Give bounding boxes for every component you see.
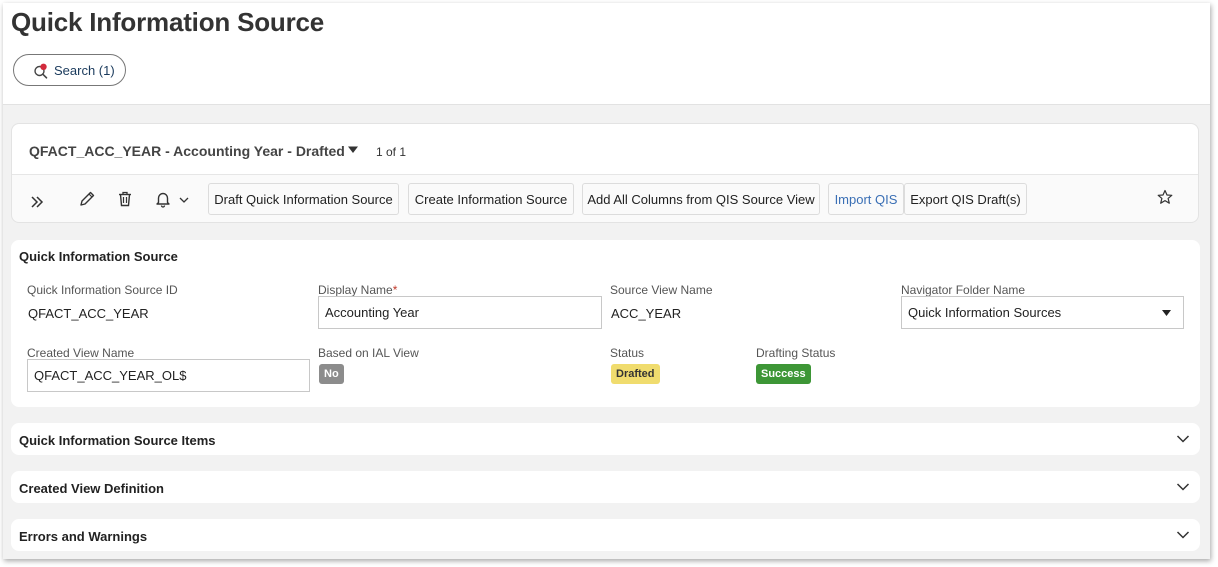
source-view-label: Source View Name (610, 283, 713, 297)
qis-details-section: Quick Information Source Quick Informati… (11, 240, 1200, 407)
status-badge: Drafted (611, 364, 660, 384)
created-view-label: Created View Name (27, 346, 135, 360)
add-all-columns-button[interactable]: Add All Columns from QIS Source View (582, 183, 820, 215)
qis-id-label: Quick Information Source ID (27, 283, 178, 297)
expand-icon[interactable] (29, 194, 45, 210)
navigator-folder-select[interactable]: Quick Information Sources (901, 296, 1184, 329)
import-qis-button[interactable]: Import QIS (828, 183, 904, 215)
record-count: 1 of 1 (376, 145, 407, 159)
record-header: QFACT_ACC_YEAR - Accounting Year - Draft… (12, 124, 1198, 175)
page-title: Quick Information Source (11, 7, 325, 37)
qis-items-section-header[interactable]: Quick Information Source Items (11, 423, 1200, 455)
chevron-down-icon[interactable] (179, 196, 189, 204)
created-view-input[interactable]: QFACT_ACC_YEAR_OL$ (27, 359, 310, 392)
navigator-folder-value: Quick Information Sources (908, 305, 1062, 320)
record-title: QFACT_ACC_YEAR - Accounting Year - Draft… (29, 143, 345, 159)
create-information-source-button[interactable]: Create Information Source (408, 183, 574, 215)
chevron-down-icon (1176, 483, 1190, 491)
star-icon[interactable] (1157, 189, 1173, 205)
section-title: Quick Information Source (19, 249, 178, 264)
section-title: Created View Definition (19, 481, 164, 496)
created-view-definition-section-header[interactable]: Created View Definition (11, 471, 1200, 503)
draft-qis-button[interactable]: Draft Quick Information Source (208, 183, 399, 215)
search-button-label: Search (1) (54, 63, 115, 78)
display-name-input[interactable]: Accounting Year (318, 296, 602, 329)
export-qis-drafts-button[interactable]: Export QIS Draft(s) (904, 183, 1027, 215)
search-button[interactable]: Search (1) (13, 54, 126, 86)
record-selector-caret-icon[interactable] (348, 145, 358, 155)
record-card: QFACT_ACC_YEAR - Accounting Year - Draft… (11, 123, 1199, 223)
section-title: Errors and Warnings (19, 529, 148, 544)
qis-id-value: QFACT_ACC_YEAR (28, 306, 149, 321)
based-on-ial-badge: No (319, 364, 344, 384)
dropdown-arrow-icon (1162, 310, 1171, 316)
search-icon (34, 63, 48, 79)
based-on-ial-label: Based on IAL View (318, 346, 419, 360)
drafting-status-label: Drafting Status (756, 346, 836, 360)
app-window: Quick Information Source Search (1) QFAC… (3, 3, 1210, 559)
page-header: Quick Information Source Search (1) (3, 3, 1210, 105)
source-view-value: ACC_YEAR (611, 306, 682, 321)
chevron-down-icon (1176, 531, 1190, 539)
chevron-down-icon (1176, 435, 1190, 443)
required-marker: * (392, 283, 398, 297)
notification-bell-icon[interactable] (154, 190, 172, 208)
drafting-status-badge: Success (756, 364, 811, 384)
navigator-folder-label: Navigator Folder Name (901, 283, 1026, 297)
delete-trash-icon[interactable] (116, 190, 134, 208)
edit-pencil-icon[interactable] (78, 190, 96, 208)
display-name-label: Display Name* (318, 283, 398, 297)
section-title: Quick Information Source Items (19, 433, 216, 448)
status-label: Status (610, 346, 645, 360)
errors-warnings-section-header[interactable]: Errors and Warnings (11, 519, 1200, 551)
